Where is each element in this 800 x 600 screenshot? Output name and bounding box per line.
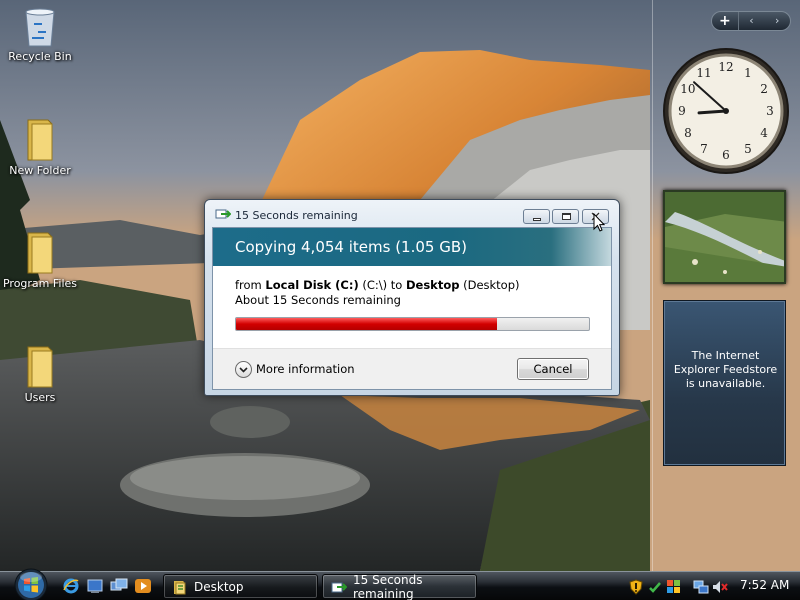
feed-headlines-gadget[interactable]: The Internet Explorer Feedstore is unava… [663,300,786,466]
time-remaining-text: About 15 Seconds remaining [235,293,401,307]
desktop-icon-program-files[interactable]: Program Files [0,231,80,290]
feed-unavailable-message: The Internet Explorer Feedstore is unava… [673,349,778,390]
copy-icon [215,209,231,219]
destination-name: Desktop [405,278,460,292]
dialog-header-banner: Copying 4,054 items (1.05 GB) [213,228,611,266]
next-gadget-button[interactable]: › [764,12,790,30]
clock-numeral: 3 [766,104,774,118]
folder-icon [27,119,53,161]
taskbar: Desktop 15 Seconds remaining 7:52 AM [0,568,800,600]
slideshow-photo [665,192,784,282]
clock-hour-hand [697,109,728,115]
taskbar-button-desktop[interactable]: Desktop [163,574,318,599]
network-icon[interactable] [693,579,709,595]
desktop-icon-label: New Folder [9,164,71,177]
source-name: Local Disk (C:) [265,278,359,292]
show-desktop-icon[interactable] [86,577,104,595]
clock-numeral: 6 [722,148,730,162]
progress-bar-fill [236,318,498,330]
dialog-footer: More information Cancel [213,348,611,389]
add-gadget-button[interactable]: + [712,12,739,30]
clock-numeral: 7 [700,142,708,156]
internet-explorer-icon[interactable] [62,577,80,595]
maximize-icon [562,213,571,220]
desktop: Recycle Bin New Folder Program Files Use… [0,0,800,571]
security-shield-icon[interactable] [628,578,644,595]
clock-numeral: 12 [718,60,733,74]
clock-numeral: 8 [684,126,692,140]
dialog-content: Copying 4,054 items (1.05 GB) from Local… [212,227,612,390]
clock-numeral: 2 [760,82,768,96]
windows-sidebar: + ‹ › 1 2 3 4 5 6 7 8 9 10 11 12 The Internet Explo… [652,0,800,571]
desktop-icon-recycle-bin[interactable]: Recycle Bin [0,4,80,63]
slideshow-gadget[interactable] [663,190,786,284]
taskbar-button-copy-progress[interactable]: 15 Seconds remaining [322,572,477,600]
switch-windows-icon[interactable] [110,577,128,595]
taskbar-button-label: 15 Seconds remaining [353,572,423,600]
sync-center-icon[interactable] [647,579,663,595]
clock-numeral: 11 [696,66,711,80]
folder-icon [27,346,53,388]
maximize-button[interactable] [552,209,579,224]
minimize-icon [533,218,541,221]
sidebar-divider [652,0,653,571]
clock-numeral: 5 [744,142,752,156]
more-information-toggle[interactable]: More information [235,359,355,379]
gadget-controls: + ‹ › [711,11,791,31]
copy-icon [331,582,347,592]
destination-path: (Desktop) [459,278,520,292]
windows-update-icon[interactable] [666,579,682,595]
desktop-icon-label: Program Files [2,277,78,290]
clock-gadget[interactable]: 1234567891011 12 [661,46,791,176]
desktop-icon-new-folder[interactable]: New Folder [0,118,80,177]
quick-launch-bar [62,577,152,595]
dialog-titlebar[interactable]: 15 Seconds remaining [205,200,619,226]
from-prefix: from [235,278,266,292]
system-clock[interactable]: 7:52 AM [740,578,789,592]
clock-numeral: 1 [744,66,752,80]
copy-progress-dialog: 15 Seconds remaining Copying 4,054 items… [204,199,620,396]
dialog-title: 15 Seconds remaining [235,209,358,222]
desktop-icon-users[interactable]: Users [0,345,80,404]
media-player-icon[interactable] [134,577,152,595]
clock-numeral: 10 [680,82,695,96]
mouse-pointer-icon [593,213,605,232]
copy-heading: Copying 4,054 items (1.05 GB) [235,238,467,256]
taskbar-button-label: Desktop [194,579,244,594]
folder-icon [27,232,53,274]
copy-source-destination: from Local Disk (C:) (C:\) to Desktop (D… [235,278,520,292]
previous-gadget-button[interactable]: ‹ [739,12,765,30]
volume-muted-icon[interactable] [712,579,728,595]
recycle-bin-icon [25,8,55,47]
start-button[interactable] [11,566,51,600]
more-information-label: More information [256,362,355,376]
source-path: (C:\) to [358,278,406,292]
desktop-icon-label: Recycle Bin [8,50,72,63]
cancel-button[interactable]: Cancel [517,358,589,380]
minimize-button[interactable] [523,209,550,224]
folder-icon [174,580,186,594]
desktop-icon-label: Users [24,391,56,404]
copy-progress-bar [235,317,590,331]
chevron-down-icon [235,360,252,378]
clock-numeral: 4 [760,126,768,140]
clock-numeral: 9 [678,104,686,118]
